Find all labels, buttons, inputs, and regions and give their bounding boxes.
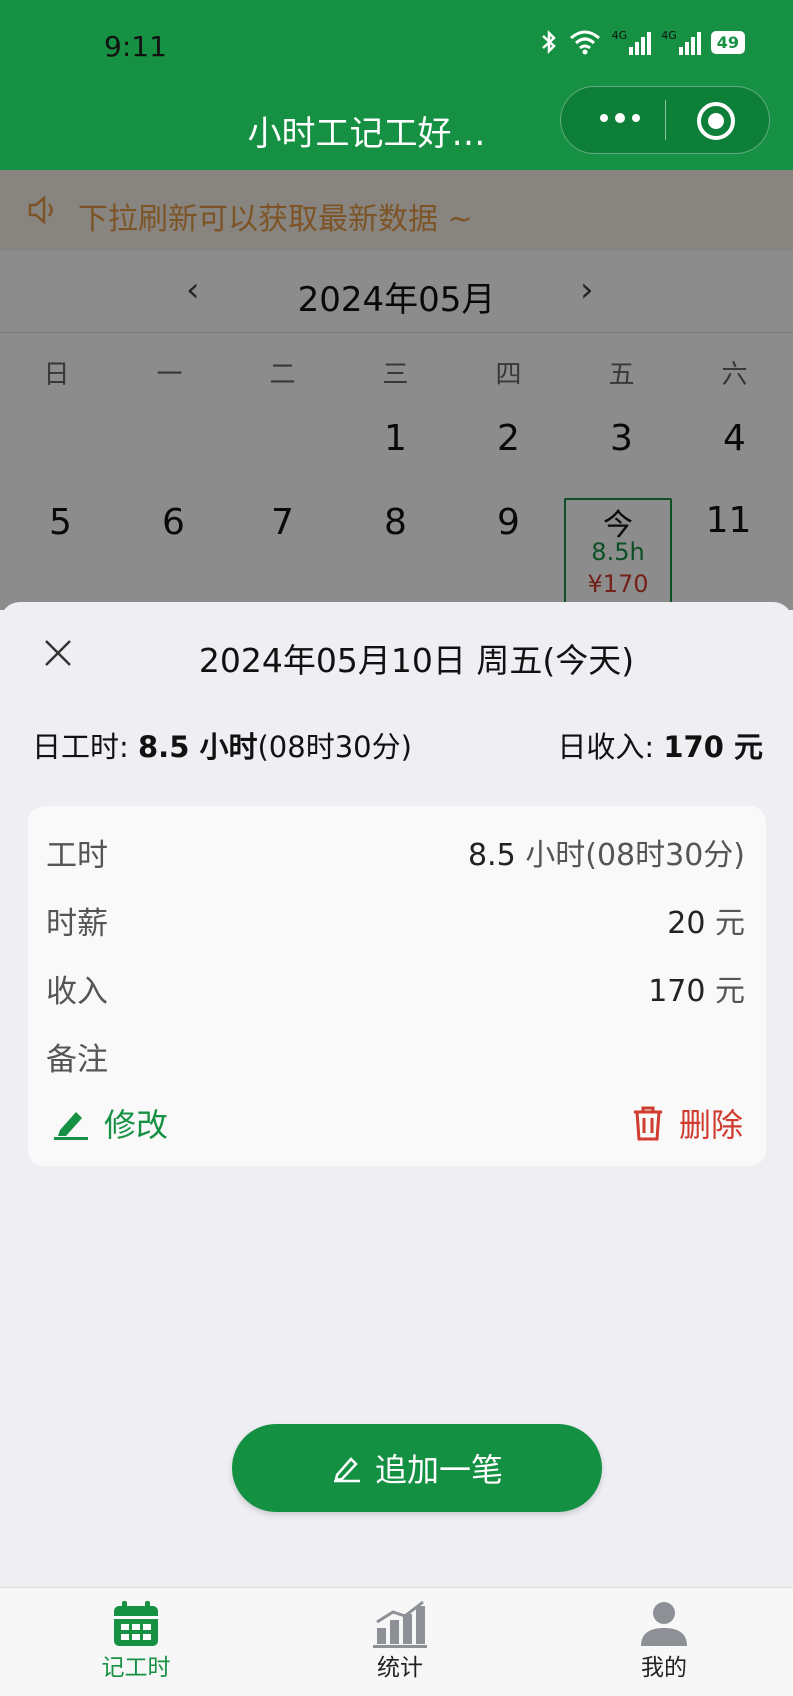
calendar-icon bbox=[114, 1601, 158, 1646]
more-icon bbox=[600, 112, 640, 123]
pencil-icon bbox=[54, 1112, 88, 1140]
income-value: 170 元 bbox=[648, 966, 745, 1010]
day-hours-detail: (08时30分) bbox=[257, 730, 412, 764]
tab-statistics[interactable]: 统计 bbox=[300, 1600, 500, 1682]
target-icon bbox=[697, 102, 735, 140]
signal-icon-1: 4G bbox=[612, 29, 652, 55]
trash-icon bbox=[633, 1106, 662, 1141]
hours-value: 8.5 小时(08时30分) bbox=[468, 830, 745, 874]
income-label: 收入 bbox=[46, 974, 108, 1010]
capsule-divider bbox=[665, 100, 666, 140]
note-label: 备注 bbox=[46, 1042, 108, 1078]
sheet-title: 2024年05月10日 周五(今天) bbox=[198, 641, 635, 680]
day-hours-summary: 日工时: 8.5 小时(08时30分) bbox=[32, 724, 412, 766]
tab-mine-label: 我的 bbox=[641, 1655, 687, 1681]
signal-icon-2: 4G bbox=[661, 29, 701, 55]
wage-unit: 元 bbox=[715, 906, 745, 941]
status-icons: 4G 4G 49 bbox=[540, 28, 745, 56]
wage-label: 时薪 bbox=[46, 906, 108, 942]
day-hours-label: 日工时: bbox=[32, 730, 129, 764]
signal-label-2: 4G bbox=[661, 29, 677, 42]
battery-icon: 49 bbox=[710, 30, 745, 54]
income-number: 170 bbox=[648, 974, 706, 1009]
user-icon bbox=[641, 1602, 687, 1646]
hours-number: 8.5 bbox=[467, 838, 516, 873]
edit-label: 修改 bbox=[104, 1106, 169, 1144]
edit-icon bbox=[333, 1457, 360, 1483]
add-record-button[interactable]: 追加一笔 bbox=[232, 1424, 602, 1512]
wage-value: 20 元 bbox=[667, 898, 745, 942]
day-income-label: 日收入: bbox=[557, 730, 655, 764]
modal-overlay[interactable] bbox=[0, 170, 793, 610]
tab-record-hours[interactable]: 记工时 bbox=[36, 1600, 236, 1682]
wage-number: 20 bbox=[667, 906, 706, 941]
close-miniprogram-button[interactable] bbox=[695, 100, 737, 142]
more-button[interactable] bbox=[580, 96, 660, 140]
hours-label: 工时 bbox=[46, 838, 108, 874]
tab-mine[interactable]: 我的 bbox=[564, 1600, 764, 1682]
day-hours-value: 8.5 小时 bbox=[138, 730, 258, 764]
tab-statistics-label: 统计 bbox=[377, 1655, 423, 1681]
bar-chart-icon bbox=[373, 1600, 427, 1648]
day-income-summary: 日收入: 170 元 bbox=[557, 724, 763, 766]
delete-button[interactable]: 删除 bbox=[631, 1100, 743, 1146]
wifi-icon bbox=[569, 30, 600, 55]
day-income-value: 170 元 bbox=[663, 730, 763, 764]
income-unit: 元 bbox=[715, 974, 745, 1009]
delete-label: 删除 bbox=[678, 1106, 743, 1144]
edit-button[interactable]: 修改 bbox=[52, 1100, 168, 1146]
bluetooth-icon bbox=[541, 29, 556, 55]
add-record-label: 追加一笔 bbox=[374, 1451, 503, 1489]
tab-record-hours-label: 记工时 bbox=[101, 1655, 171, 1681]
status-time: 9:11 bbox=[104, 30, 167, 63]
hours-unit: 小时(08时30分) bbox=[525, 838, 745, 873]
signal-label-1: 4G bbox=[611, 29, 628, 42]
